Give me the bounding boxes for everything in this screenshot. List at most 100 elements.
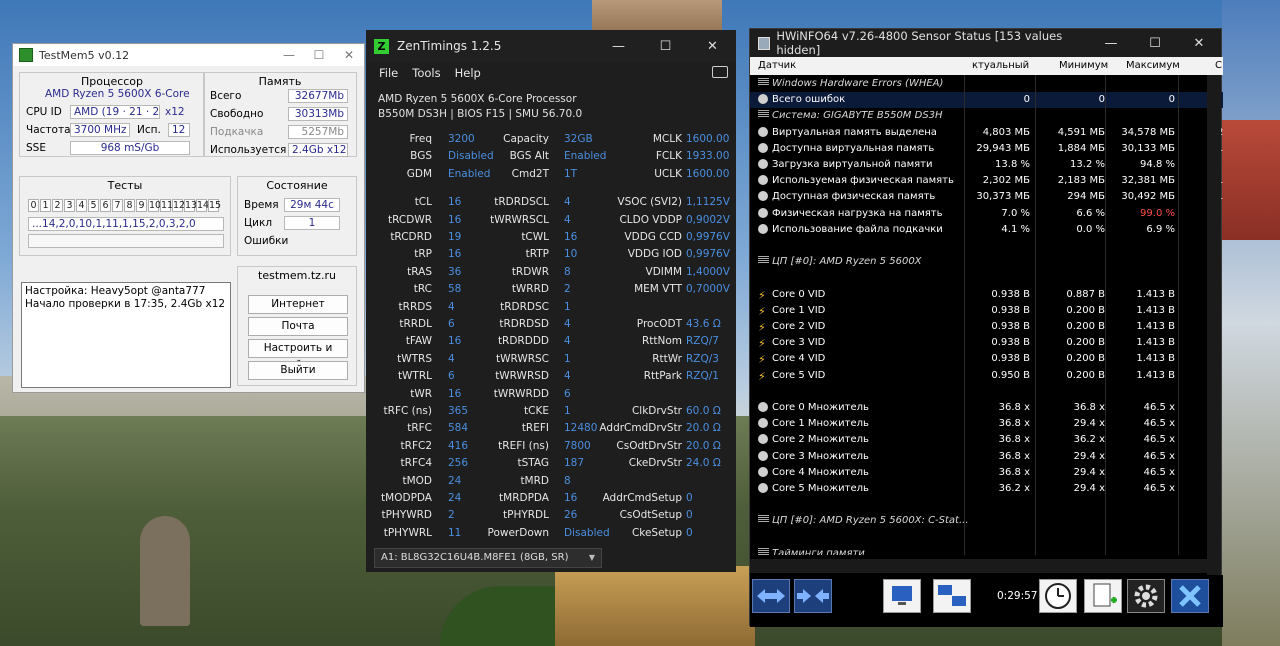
maximize-icon[interactable]: ☐ — [642, 39, 689, 54]
sensor-row[interactable]: Core 5 Множитель 36.2 x 29.4 x 46.5 x — [750, 481, 1223, 497]
test-number: 2 — [52, 199, 63, 212]
network-icon[interactable] — [933, 579, 971, 613]
sensor-row[interactable]: Доступная физическая память 30,373 МБ 294 … — [750, 189, 1223, 205]
sensor-value-c1: 4,803 МБ — [982, 126, 1030, 138]
state-group: Состояние Время 29м 44с Цикл 1 Ошибки — [237, 176, 357, 256]
sensor-group-row[interactable]: ЦП [#0]: AMD Ryzen 5 5600X: C-Stat... — [750, 513, 1223, 529]
close-icon[interactable]: ✕ — [334, 48, 364, 62]
sensor-row[interactable]: ⚡ Core 3 VID 0.938 В 0.200 В 1.413 В — [750, 335, 1223, 351]
setup-exit-button[interactable]: Настроить и выйти — [248, 339, 348, 371]
col-sensor[interactable]: Датчик — [758, 60, 796, 71]
vertical-scrollbar[interactable] — [1207, 75, 1221, 575]
timing-label: tMODPDA — [381, 492, 432, 504]
sensor-name: Core 3 Множитель — [772, 450, 869, 462]
sensor-row[interactable]: Core 2 Множитель 36.8 x 36.2 x 46.5 x — [750, 432, 1223, 448]
timing-value: 1,4000V — [686, 265, 730, 278]
timing-label: tREFI (ns) — [498, 439, 549, 452]
timing-label: tRRDL — [399, 318, 432, 330]
sensor-name: Core 0 Множитель — [772, 402, 869, 413]
screenshot-camera-icon[interactable] — [712, 66, 728, 78]
exit-button[interactable]: Выйти — [248, 361, 348, 380]
sensor-row[interactable]: ⚡ Core 0 VID 0.938 В 0.887 В 1.413 В — [750, 287, 1223, 303]
test-number: 7 — [112, 199, 123, 212]
timing-label: tREFI — [521, 422, 549, 435]
menu-file[interactable]: File — [379, 66, 398, 80]
sensor-circle-icon — [758, 450, 768, 461]
timing-value: 4 — [448, 352, 455, 365]
sensor-value-c1: 0.938 В — [991, 288, 1030, 300]
sensor-row[interactable]: Всего ошибок 0 0 0 — [750, 92, 1223, 109]
test-number: 15 — [208, 199, 222, 212]
sensor-value-c2: 294 МБ — [1067, 191, 1105, 203]
sensor-value-c2: 36.8 x — [1073, 402, 1105, 413]
sensor-row[interactable]: Загрузка виртуальной памяти 13.8 % 13.2 % 9… — [750, 157, 1223, 173]
horizontal-scrollbar[interactable] — [750, 559, 1209, 573]
timing-label: UCLK — [654, 167, 682, 180]
close-icon[interactable]: ✕ — [689, 39, 736, 54]
timing-value: 11 — [448, 526, 462, 539]
log-box[interactable]: Настройка: Heavy5opt @anta777 Начало про… — [21, 282, 231, 388]
sensor-row[interactable]: Физическая нагрузка на память 7.0 % 6.6 % 9… — [750, 206, 1223, 222]
sensor-row[interactable]: Доступна виртуальная память 29,943 МБ 1,88… — [750, 141, 1223, 157]
col-avg[interactable]: С — [1215, 60, 1222, 71]
internet-button[interactable]: Интернет — [248, 295, 348, 314]
sensor-circle-icon — [758, 126, 768, 137]
sensor-group-row[interactable]: Тайминги памяти — [750, 546, 1223, 555]
sensor-row[interactable]: Используемая физическая память 2,302 МБ 2,… — [750, 173, 1223, 189]
dimm-select[interactable]: A1: BL8G32C16U4B.M8FE1 (8GB, SR) ▼ — [374, 548, 602, 568]
maximize-icon[interactable]: ☐ — [304, 48, 334, 62]
arrows-expand-icon[interactable] — [752, 579, 790, 613]
sensor-group-row[interactable]: Система: GIGABYTE B550M DS3H — [750, 108, 1223, 124]
close-icon[interactable] — [1171, 579, 1209, 613]
minimize-icon[interactable]: — — [595, 39, 642, 54]
hwinfo-titlebar[interactable]: HWiNFO64 v7.26-4800 Sensor Status [153 v… — [750, 29, 1221, 57]
sensor-row[interactable]: Виртуальная память выделена 4,803 МБ 4,591… — [750, 125, 1223, 141]
sensor-name: Используемая физическая память — [772, 175, 954, 187]
report-add-icon[interactable] — [1084, 579, 1122, 613]
timing-value: 1T — [564, 167, 578, 180]
monitor-icon[interactable] — [883, 579, 921, 613]
sensor-group-icon — [758, 256, 769, 265]
sensor-row[interactable]: ⚡ Core 4 VID 0.938 В 0.200 В 1.413 В — [750, 351, 1223, 367]
swap-label: Подкачка — [210, 126, 264, 138]
col-min[interactable]: Минимум — [1059, 60, 1108, 71]
sensor-row[interactable]: Core 0 Множитель 36.8 x 36.8 x 46.5 x — [750, 400, 1223, 416]
zentimings-titlebar[interactable]: Z ZenTimings 1.2.5 — ☐ ✕ — [366, 30, 736, 62]
timing-label: FCLK — [655, 150, 682, 163]
maximize-icon[interactable]: ☐ — [1133, 36, 1177, 51]
sensor-row[interactable]: ⚡ Core 1 VID 0.938 В 0.200 В 1.413 В — [750, 303, 1223, 319]
testmem5-app-icon — [19, 48, 33, 62]
timing-label: tRDWR — [511, 265, 549, 278]
freq-field: 3700 MHz — [70, 123, 130, 137]
zentimings-window: Z ZenTimings 1.2.5 — ☐ ✕ File Tools Help… — [366, 30, 736, 572]
close-icon[interactable]: ✕ — [1177, 36, 1221, 51]
timing-value: 4 — [564, 213, 571, 226]
sensor-circle-icon — [758, 159, 768, 169]
sensor-row[interactable]: Core 1 Множитель 36.8 x 29.4 x 46.5 x — [750, 416, 1223, 432]
timing-value: 3200 — [448, 133, 475, 145]
sensor-row[interactable]: Core 3 Множитель 36.8 x 29.4 x 46.5 x — [750, 449, 1223, 465]
clock-icon[interactable] — [1039, 579, 1077, 613]
timing-value: 6 — [448, 370, 455, 383]
timing-label: MEM VTT — [634, 283, 682, 296]
sensor-row[interactable]: Использование файла подкачки 4.1 % 0.0 % 6.… — [750, 222, 1223, 238]
timing-value: 2 — [448, 509, 455, 522]
testmem5-titlebar[interactable]: TestMem5 v0.12 — ☐ ✕ — [13, 44, 364, 66]
timing-value: 4 — [564, 370, 571, 383]
minimize-icon[interactable]: — — [274, 48, 304, 62]
gear-icon[interactable] — [1127, 579, 1165, 613]
timing-label: ClkDrvStr — [631, 405, 682, 417]
mail-button[interactable]: Почта — [248, 317, 348, 336]
sensor-group-row[interactable]: Windows Hardware Errors (WHEA) — [750, 76, 1223, 92]
sensor-group-row[interactable]: ЦП [#0]: AMD Ryzen 5 5600X — [750, 254, 1223, 270]
arrows-collapse-icon[interactable] — [794, 579, 832, 613]
sensor-row[interactable]: ⚡ Core 5 VID 0.950 В 0.200 В 1.413 В — [750, 368, 1223, 384]
minimize-icon[interactable]: — — [1089, 36, 1133, 51]
sensor-row[interactable]: ⚡ Core 2 VID 0.938 В 0.200 В 1.413 В — [750, 319, 1223, 335]
col-current[interactable]: ктуальный — [972, 60, 1029, 71]
sensor-row[interactable]: Core 4 Множитель 36.8 x 29.4 x 46.5 x — [750, 465, 1223, 481]
menu-help[interactable]: Help — [455, 66, 481, 80]
menu-tools[interactable]: Tools — [412, 66, 440, 80]
timing-label: tMRDPDA — [499, 492, 549, 504]
col-max[interactable]: Максимум — [1126, 60, 1180, 71]
